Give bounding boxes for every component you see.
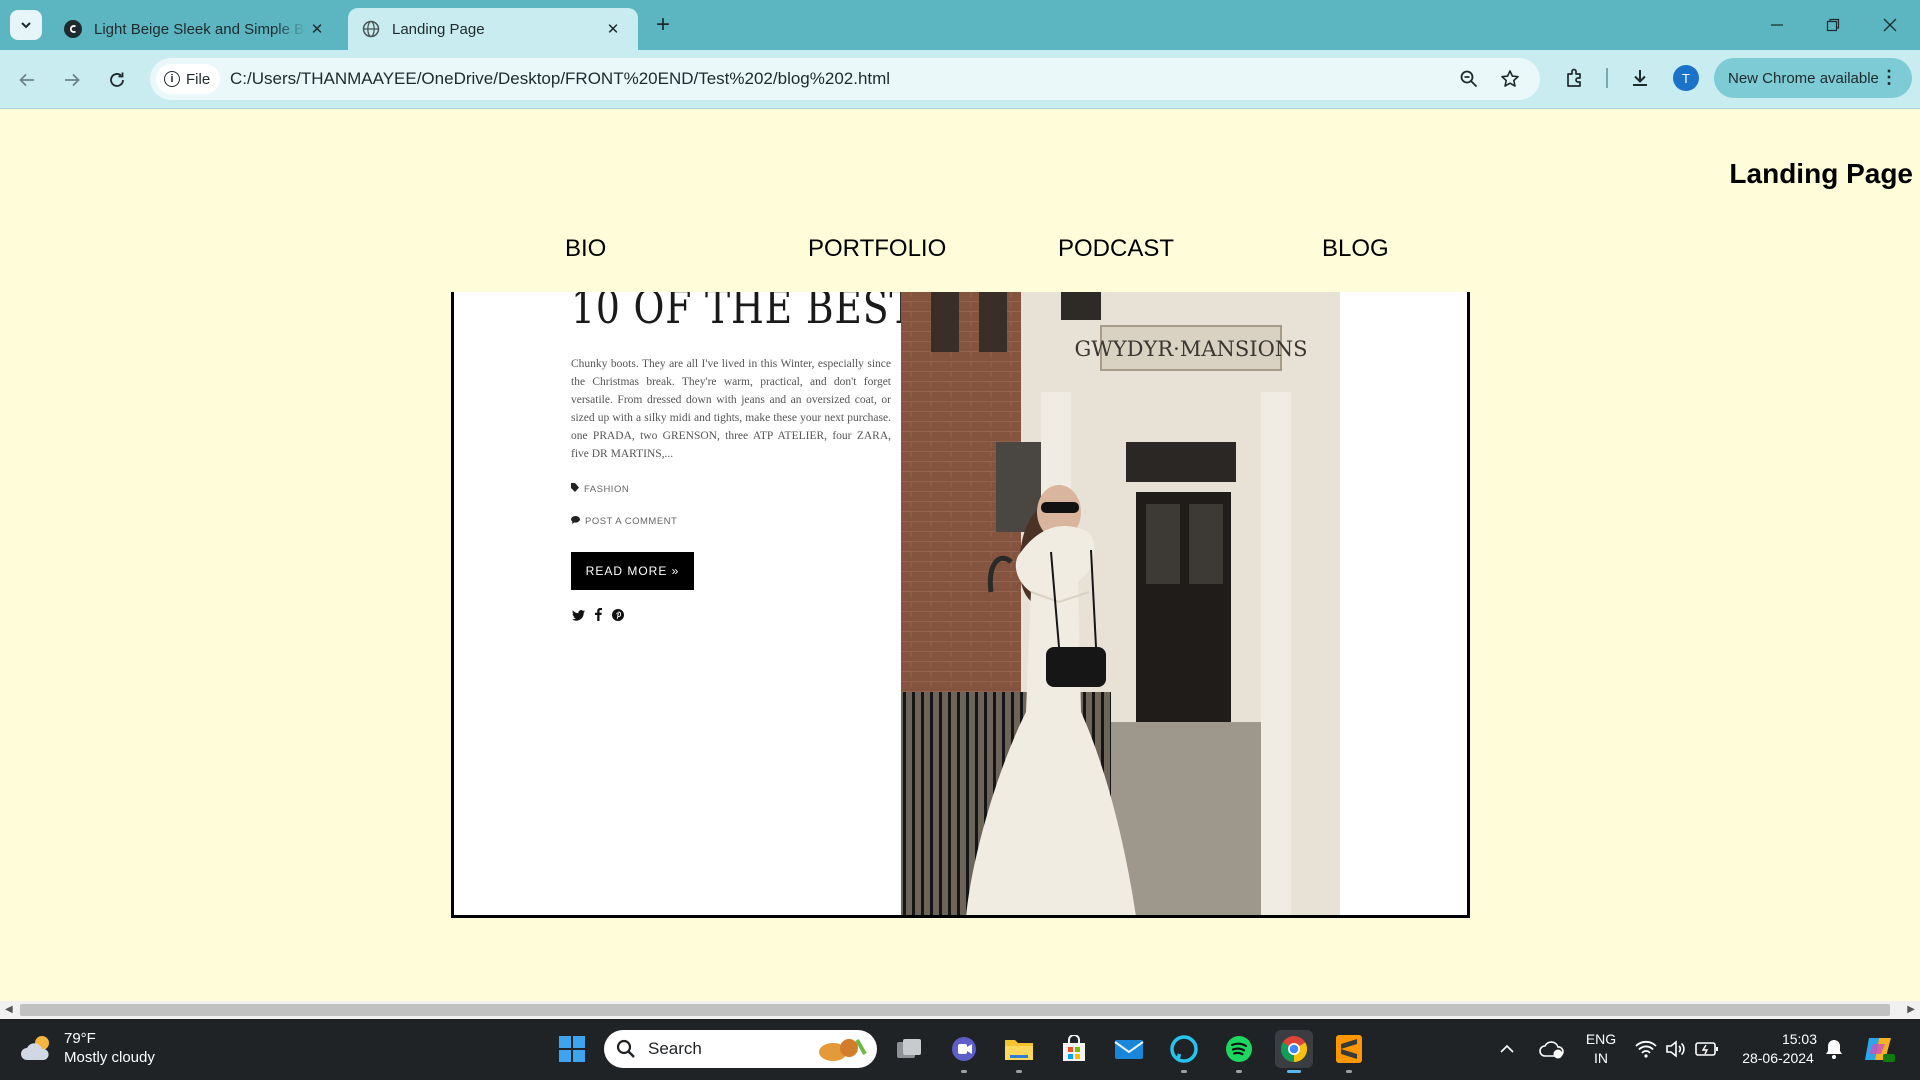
canva-favicon-icon — [64, 20, 82, 38]
clock[interactable]: 15:03 28-06-2024 — [1733, 1030, 1823, 1068]
zoom-icon[interactable] — [1457, 67, 1481, 91]
weather-widget[interactable]: 79°F Mostly cloudy — [20, 1029, 155, 1067]
reload-button[interactable] — [101, 64, 133, 96]
comment-label: POST A COMMENT — [585, 516, 678, 527]
chrome-icon[interactable] — [1275, 1030, 1313, 1073]
post-featured-photo: GWYDYR·MANSIONS — [901, 292, 1340, 915]
tab-search-button[interactable] — [10, 10, 42, 40]
cloudy-weather-icon — [21, 1036, 49, 1060]
tab-title: Landing Page — [392, 20, 485, 38]
weather-temp: 79°F — [64, 1030, 96, 1047]
language-label: ENG — [1585, 1031, 1617, 1047]
site-info-chip[interactable]: i File — [156, 64, 221, 94]
toolbar-divider — [1606, 68, 1608, 88]
tab-canva[interactable]: Light Beige Sleek and Simple Bl ✕ — [50, 8, 342, 50]
download-icon[interactable] — [1625, 63, 1655, 93]
globe-icon — [362, 20, 380, 38]
restore-icon — [1826, 18, 1840, 32]
update-label: New Chrome available — [1728, 69, 1879, 87]
extensions-icon[interactable] — [1560, 63, 1590, 93]
arrow-left-icon — [19, 73, 34, 87]
info-icon: i — [164, 71, 180, 87]
new-tab-button[interactable]: + — [650, 13, 676, 39]
wifi-icon[interactable] — [1630, 1030, 1662, 1068]
file-explorer-icon[interactable] — [1000, 1030, 1038, 1073]
scroll-left-icon[interactable]: ◀ — [5, 1004, 13, 1015]
region-label: IN — [1594, 1050, 1608, 1066]
close-icon — [1883, 18, 1897, 32]
time-label: 15:03 — [1781, 1031, 1817, 1047]
minimize-button[interactable] — [1757, 10, 1797, 40]
scrollbar-thumb[interactable] — [20, 1004, 1890, 1016]
nav-link-bio[interactable]: BIO — [565, 235, 606, 263]
post-comment-link[interactable]: POST A COMMENT — [571, 516, 677, 527]
weather-desc: Mostly cloudy — [64, 1049, 155, 1066]
scroll-right-icon[interactable]: ▶ — [1907, 1004, 1915, 1015]
comment-icon — [571, 516, 580, 527]
alexa-icon[interactable] — [1165, 1030, 1203, 1073]
task-view-icon[interactable] — [890, 1030, 928, 1068]
post-category[interactable]: FASHION — [571, 483, 629, 495]
battery-icon[interactable] — [1690, 1030, 1724, 1068]
pinterest-icon[interactable] — [612, 608, 624, 626]
horizontal-scrollbar[interactable]: ◀ ▶ — [0, 1001, 1920, 1019]
date-label: 28-06-2024 — [1742, 1050, 1814, 1066]
chevron-down-icon — [21, 22, 31, 29]
read-more-button[interactable]: READ MORE » — [571, 552, 694, 590]
start-button[interactable] — [553, 1030, 591, 1068]
microsoft-store-icon[interactable] — [1055, 1030, 1093, 1068]
spotify-icon[interactable] — [1220, 1030, 1258, 1073]
profile-avatar[interactable]: T — [1673, 65, 1699, 91]
arrow-right-icon — [65, 73, 80, 87]
post-excerpt: Chunky boots. They are all I've lived in… — [571, 358, 891, 460]
tag-icon — [571, 483, 579, 495]
nav-link-podcast[interactable]: PODCAST — [1058, 235, 1174, 263]
tab-strip: Light Beige Sleek and Simple Bl ✕ Landin… — [0, 0, 1920, 50]
close-icon[interactable]: ✕ — [306, 18, 328, 40]
search-icon — [616, 1039, 635, 1058]
blog-post-card: 10 OF THE BEST Chunky boots. They are al… — [451, 292, 1470, 918]
windows-taskbar: 79°F Mostly cloudy Search ENG IN 15:03 2… — [0, 1019, 1920, 1080]
onedrive-sync-icon[interactable] — [1534, 1030, 1570, 1068]
twitter-icon[interactable] — [572, 608, 585, 626]
windows-logo-icon — [559, 1036, 585, 1062]
facebook-icon[interactable] — [595, 608, 602, 626]
social-share-links — [572, 608, 624, 626]
page-title: Landing Page — [1729, 158, 1913, 189]
restore-button[interactable] — [1813, 10, 1853, 40]
site-chip-label: File — [186, 70, 211, 88]
notification-bell-icon[interactable] — [1818, 1030, 1850, 1068]
url-text[interactable]: C:/Users/THANMAAYEE/OneDrive/Desktop/FRO… — [230, 69, 890, 89]
building-sign-text: GWYDYR·MANSIONS — [1074, 337, 1307, 361]
language-indicator[interactable]: ENG IN — [1582, 1030, 1620, 1068]
minimize-icon — [1771, 24, 1783, 26]
copilot-icon[interactable] — [1860, 1030, 1898, 1068]
tab-title: Light Beige Sleek and Simple Bl — [94, 20, 306, 38]
back-button[interactable] — [11, 64, 43, 96]
more-menu-icon[interactable]: ⋮ — [1880, 68, 1898, 86]
taskbar-search-box[interactable]: Search — [604, 1030, 877, 1068]
close-icon[interactable]: ✕ — [602, 18, 624, 40]
post-title: 10 OF THE BEST — [571, 292, 916, 334]
tab-landing-page[interactable]: Landing Page ✕ — [348, 8, 638, 50]
nav-link-blog[interactable]: BLOG — [1322, 235, 1389, 263]
sublime-text-icon[interactable] — [1330, 1030, 1368, 1073]
bookmark-star-icon[interactable] — [1498, 67, 1522, 91]
chevron-up-icon[interactable] — [1493, 1030, 1521, 1068]
teams-icon[interactable] — [945, 1030, 983, 1073]
volume-icon[interactable] — [1660, 1030, 1692, 1068]
search-placeholder: Search — [648, 1039, 702, 1058]
category-label: FASHION — [584, 483, 630, 495]
forward-button[interactable] — [56, 64, 88, 96]
address-bar[interactable]: i File C:/Users/THANMAAYEE/OneDrive/Desk… — [150, 58, 1540, 100]
close-window-button[interactable] — [1870, 10, 1910, 40]
search-highlight-icon — [819, 1039, 867, 1061]
mail-icon[interactable] — [1110, 1030, 1148, 1068]
nav-link-portfolio[interactable]: PORTFOLIO — [808, 235, 946, 263]
reload-icon — [110, 72, 124, 87]
new-chrome-available-button[interactable]: New Chrome available ⋮ — [1714, 58, 1912, 98]
